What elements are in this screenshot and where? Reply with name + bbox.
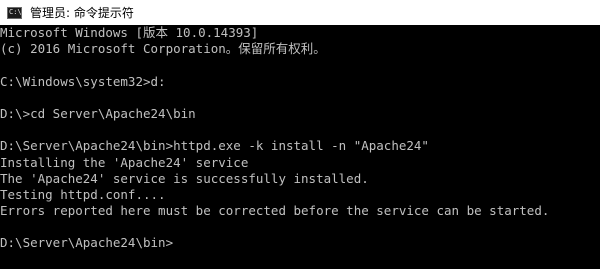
console-line: C:\Windows\system32>d:: [0, 73, 166, 89]
console-prompt-line[interactable]: D:\Server\Apache24\bin>: [0, 235, 600, 251]
title-bar[interactable]: C:\ 管理员: 命令提示符: [0, 0, 600, 25]
window-title: 管理员: 命令提示符: [30, 6, 134, 20]
command-prompt-icon: C:\: [7, 6, 22, 19]
console-line: (c) 2016 Microsoft Corporation。保留所有权利。: [0, 41, 326, 57]
console-line: D:\Server\Apache24\bin>httpd.exe -k inst…: [0, 138, 429, 154]
console-output[interactable]: Microsoft Windows [版本 10.0.14393] (c) 20…: [0, 25, 600, 269]
console-line: Microsoft Windows [版本 10.0.14393]: [0, 25, 259, 40]
console-line: Errors reported here must be corrected b…: [0, 203, 550, 219]
console-line: D:\>cd Server\Apache24\bin: [0, 105, 196, 121]
command-prompt-window: C:\ 管理员: 命令提示符 Microsoft Windows [版本 10.…: [0, 0, 600, 269]
console-line: Testing httpd.conf....: [0, 186, 166, 202]
console-line: The 'Apache24' service is successfully i…: [0, 170, 369, 186]
icon-glyph: C:\: [9, 7, 22, 16]
console-line: Installing the 'Apache24' service: [0, 154, 249, 170]
